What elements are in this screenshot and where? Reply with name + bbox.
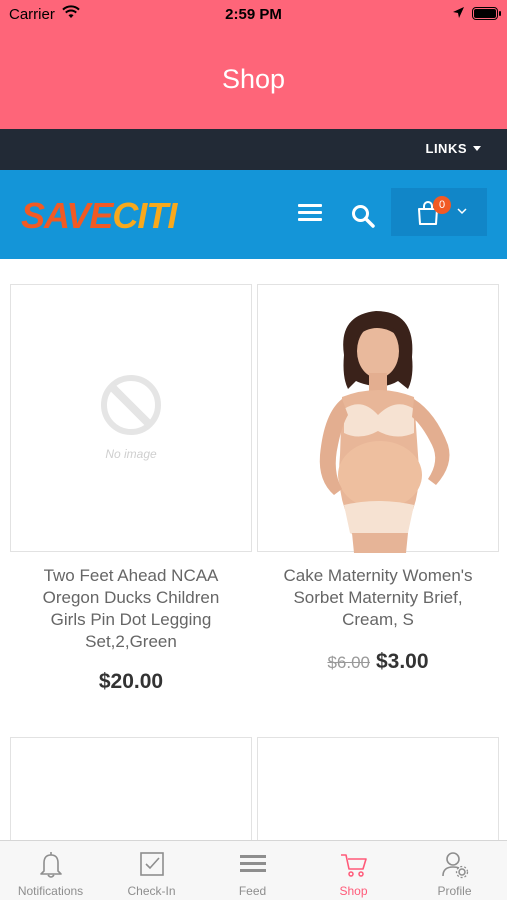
- product-name[interactable]: Cake Maternity Women's Sorbet Maternity …: [257, 565, 499, 631]
- no-image-icon: [101, 375, 161, 435]
- product-name-line: Cake Maternity Women's: [283, 566, 473, 585]
- location-arrow-icon: [453, 7, 464, 18]
- product-name-line: Oregon Ducks Children: [42, 588, 220, 607]
- product-image-card[interactable]: [10, 737, 252, 857]
- product-name-line: Sorbet Maternity Brief,: [293, 588, 463, 607]
- product-image-card[interactable]: No image: [10, 284, 252, 552]
- status-bar: Carrier 2:59 PM: [0, 0, 507, 28]
- search-icon[interactable]: [350, 203, 376, 229]
- tab-label: Profile: [437, 884, 472, 898]
- no-image-label: No image: [105, 447, 157, 461]
- tab-profile[interactable]: Profile: [404, 841, 505, 900]
- logo-part-citi: CITI: [112, 195, 177, 236]
- current-price: $20.00: [98, 670, 164, 693]
- tab-label: Shop: [339, 884, 368, 898]
- product-image-card[interactable]: [257, 737, 499, 857]
- product-name-line: Set,2,Green: [85, 632, 177, 651]
- product-name-line: Two Feet Ahead NCAA: [43, 566, 219, 585]
- original-price: $6.00: [327, 653, 370, 672]
- product-photo: [319, 311, 450, 553]
- product-price: $6.00 $3.00: [257, 650, 499, 674]
- bottom-tab-bar: Notifications Check-In Feed Shop Profile: [0, 840, 507, 900]
- links-dropdown[interactable]: LINKS: [425, 141, 481, 156]
- cart-button[interactable]: 0: [391, 188, 487, 236]
- savecity-logo[interactable]: SAVECITI: [21, 195, 177, 237]
- cart-count-badge: 0: [433, 196, 451, 214]
- links-label: LINKS: [425, 141, 467, 156]
- store-header: SAVECITI 0: [0, 170, 507, 259]
- battery-icon: [472, 7, 501, 20]
- product-price: $20.00: [10, 670, 252, 694]
- checkbox-icon: [140, 852, 164, 876]
- tab-label: Check-In: [127, 884, 176, 898]
- cart-icon: [341, 854, 367, 877]
- tab-label: Feed: [238, 884, 267, 898]
- product-image-card[interactable]: [257, 284, 499, 553]
- chevron-down-icon: [457, 208, 467, 215]
- product-name-line: Cream, S: [342, 610, 414, 629]
- tab-label: Notifications: [17, 884, 84, 898]
- tab-check-in[interactable]: Check-In: [101, 841, 202, 900]
- caret-down-icon: [473, 146, 481, 151]
- tab-notifications[interactable]: Notifications: [0, 841, 101, 900]
- tab-shop[interactable]: Shop: [303, 841, 404, 900]
- logo-part-save: SAVE: [21, 195, 113, 236]
- product-name-line: Girls Pin Dot Legging: [50, 610, 212, 629]
- hamburger-menu-icon[interactable]: [298, 204, 322, 224]
- top-header: Carrier 2:59 PM Shop: [0, 0, 507, 129]
- links-bar: LINKS: [0, 129, 507, 170]
- feed-lines-icon: [240, 855, 266, 872]
- sale-price: $3.00: [375, 650, 429, 673]
- product-name[interactable]: Two Feet Ahead NCAA Oregon Ducks Childre…: [10, 565, 252, 653]
- status-time: 2:59 PM: [225, 6, 282, 23]
- bell-icon: [40, 852, 62, 878]
- profile-gear-icon: [442, 852, 469, 879]
- page-title: Shop: [221, 64, 286, 94]
- tab-feed[interactable]: Feed: [202, 841, 303, 900]
